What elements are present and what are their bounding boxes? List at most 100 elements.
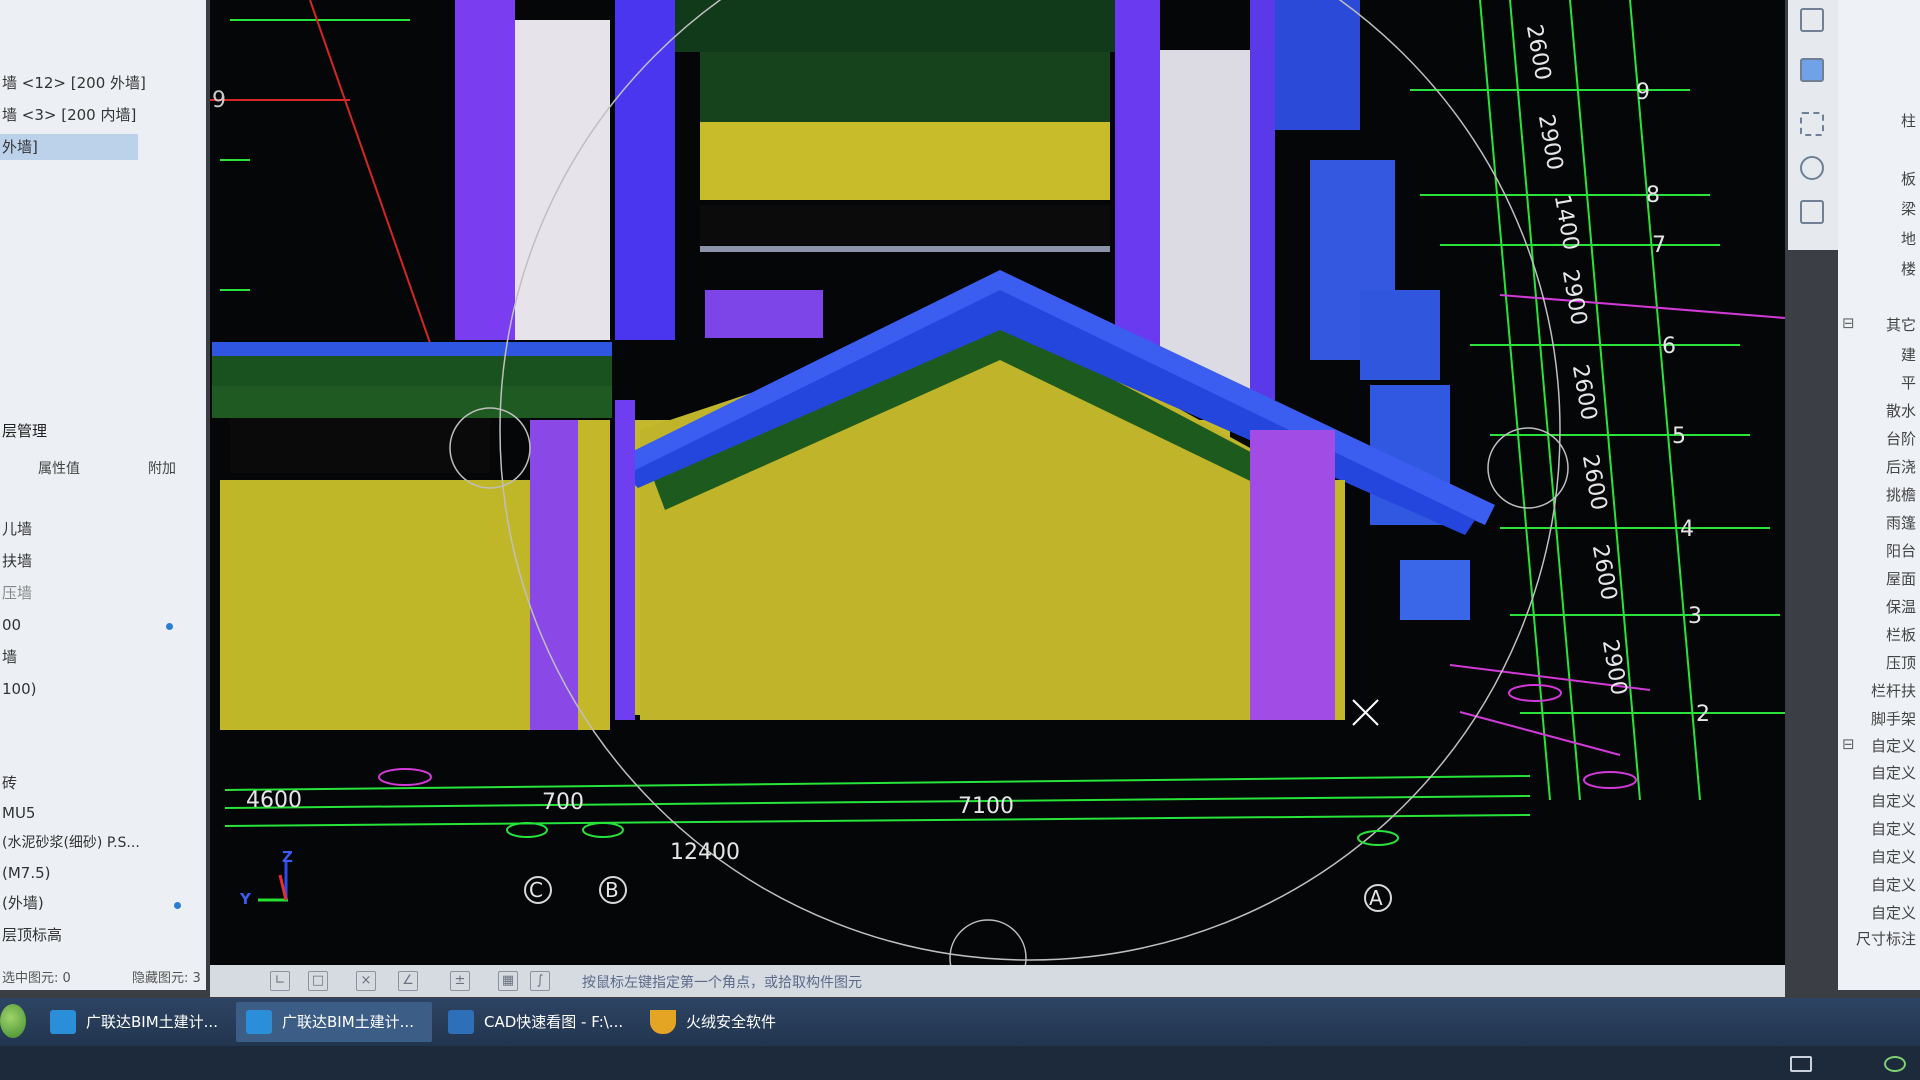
grid-col-label-c: C: [529, 878, 543, 902]
curve-icon[interactable]: ∫: [530, 971, 550, 991]
tree-item[interactable]: 地: [1901, 228, 1916, 249]
collapse-toggle-icon[interactable]: ⊟: [1842, 735, 1855, 753]
attached-dot[interactable]: [174, 902, 181, 909]
property-row[interactable]: 墙: [0, 644, 202, 670]
tree-item[interactable]: 压顶: [1886, 652, 1916, 673]
tree-item[interactable]: 自定义: [1871, 735, 1916, 756]
tree-item[interactable]: 平: [1901, 372, 1916, 393]
taskbar-app-label: 广联达BIM土建计...: [282, 1013, 414, 1031]
tree-item[interactable]: 栏杆扶: [1871, 680, 1916, 701]
grid-row-label: 5: [1672, 424, 1686, 449]
tree-item[interactable]: 散水: [1886, 400, 1916, 421]
column-header-extra: 附加: [148, 461, 176, 477]
column-header-value: 属性值: [38, 461, 80, 477]
dimension-text: 7100: [958, 794, 1014, 819]
tree-item[interactable]: 自定义: [1871, 846, 1916, 867]
tree-item[interactable]: 保温: [1886, 596, 1916, 617]
angle-icon[interactable]: ∠: [398, 971, 418, 991]
taskbar-app-glodon-1[interactable]: 广联达BIM土建计...: [40, 1002, 230, 1042]
grid-row-label: 8: [1646, 183, 1660, 208]
cross-snap-icon[interactable]: ×: [356, 971, 376, 991]
property-row[interactable]: (外墙): [0, 890, 202, 916]
snap-box-icon[interactable]: □: [308, 971, 328, 991]
property-row[interactable]: (水泥砂浆(细砂) P.S...: [0, 830, 202, 856]
collapse-toggle-icon[interactable]: ⊟: [1842, 314, 1855, 332]
tree-item[interactable]: 柱: [1901, 110, 1916, 131]
wall-list-item[interactable]: 墙 <12> [200 外墙]: [0, 70, 202, 96]
tree-item[interactable]: 屋面: [1886, 568, 1916, 589]
tree-item[interactable]: 自定义: [1871, 874, 1916, 895]
ortho-icon[interactable]: ∟: [270, 971, 290, 991]
wall-list-item-selected[interactable]: 外墙]: [0, 134, 138, 160]
tree-item[interactable]: 雨篷: [1886, 512, 1916, 533]
selected-count: 选中图元: 0: [2, 971, 71, 986]
grid-row-label: 4: [1680, 517, 1694, 542]
tree-item[interactable]: 建: [1901, 344, 1916, 365]
shield-icon: [650, 1010, 676, 1034]
tree-item[interactable]: 栏板: [1886, 624, 1916, 645]
property-row[interactable]: 层顶标高: [0, 922, 202, 948]
grid-snap-icon[interactable]: ▦: [498, 971, 518, 991]
start-orb-icon[interactable]: [0, 1004, 26, 1038]
grid-col-label-b: B: [605, 878, 619, 902]
property-row[interactable]: 压墙: [0, 580, 202, 606]
cursor-cross: [1352, 699, 1379, 726]
tree-item[interactable]: 梁: [1901, 198, 1916, 219]
command-status-bar: ∟ □ × ∠ ± ▦ ∫ 按鼠标左键指定第一个角点，或拾取构件图元: [210, 965, 1785, 997]
taskbar-app-label: 火绒安全软件: [686, 1013, 777, 1031]
axis-y-label: Y: [240, 890, 251, 908]
layer-manager-title: 层管理: [2, 422, 48, 440]
property-row[interactable]: 扶墙: [0, 548, 202, 574]
tree-item[interactable]: 板: [1901, 168, 1916, 189]
tree-item[interactable]: 楼: [1901, 258, 1916, 279]
orbit-icon[interactable]: [1800, 156, 1824, 180]
tree-item[interactable]: 自定义: [1871, 818, 1916, 839]
tree-item[interactable]: 自定义: [1871, 762, 1916, 783]
taskbar-app-label: 广联达BIM土建计...: [86, 1013, 218, 1031]
attached-dot[interactable]: [166, 623, 173, 630]
layers-icon[interactable]: [1800, 200, 1824, 224]
glodon-app-icon: [50, 1010, 76, 1034]
left-grid-label: 9: [212, 88, 226, 113]
grid-row-label: 3: [1688, 604, 1702, 629]
dimension-text: 12400: [670, 840, 740, 865]
zoom-extent-icon[interactable]: [1800, 112, 1824, 136]
tree-item[interactable]: 脚手架: [1871, 708, 1916, 729]
property-row[interactable]: MU5: [0, 800, 202, 826]
3d-box-icon[interactable]: [1800, 58, 1824, 82]
component-tree-panel: 柱 板 梁 地 楼 ⊟ 其它 建 平 散水 台阶 后浇 挑檐 雨篷 阳台 屋面 …: [1838, 0, 1920, 990]
tree-item[interactable]: 自定义: [1871, 790, 1916, 811]
taskbar-app-glodon-2[interactable]: 广联达BIM土建计...: [236, 1002, 432, 1042]
offset-icon[interactable]: ±: [450, 971, 470, 991]
property-row[interactable]: 100): [0, 676, 202, 702]
dimension-text: 4600: [246, 788, 302, 813]
tree-item[interactable]: 其它: [1886, 314, 1916, 335]
tree-item[interactable]: 后浇: [1886, 456, 1916, 477]
network-icon[interactable]: [1790, 1056, 1812, 1072]
tree-item[interactable]: 挑檐: [1886, 484, 1916, 505]
tree-item[interactable]: 尺寸标注: [1856, 928, 1916, 949]
property-row[interactable]: 砖: [0, 770, 202, 796]
taskbar-app-label: CAD快速看图 - F:\...: [484, 1013, 624, 1031]
app-window: 墙 <12> [200 外墙] 墙 <3> [200 内墙] 外墙] 层管理 属…: [0, 0, 1920, 1080]
grid-col-label-a: A: [1369, 886, 1383, 910]
taskbar: 广联达BIM土建计... 广联达BIM土建计... CAD快速看图 - F:\.…: [0, 998, 1920, 1080]
dimension-text: 700: [542, 790, 584, 815]
property-row[interactable]: 儿墙: [0, 516, 202, 542]
left-panel: 墙 <12> [200 外墙] 墙 <3> [200 内墙] 外墙] 层管理 属…: [0, 0, 206, 990]
tree-item[interactable]: 阳台: [1886, 540, 1916, 561]
3d-viewport[interactable]: 9 9 8 7 6 5 4 3 2 C B A 2600 2900 1400 2…: [210, 0, 1785, 995]
tree-item[interactable]: 台阶: [1886, 428, 1916, 449]
taskbar-app-cad-viewer[interactable]: CAD快速看图 - F:\...: [438, 1002, 634, 1042]
grid-row-label: 6: [1662, 334, 1676, 359]
hidden-count: 隐藏图元: 3: [132, 971, 201, 986]
tree-item[interactable]: 自定义: [1871, 902, 1916, 923]
wechat-icon[interactable]: [1884, 1056, 1906, 1072]
glodon-app-icon: [246, 1010, 272, 1034]
taskbar-app-huorong[interactable]: 火绒安全软件: [640, 1002, 836, 1042]
property-row[interactable]: (M7.5): [0, 860, 202, 886]
command-prompt-text: 按鼠标左键指定第一个角点，或拾取构件图元: [582, 975, 862, 991]
view-toolbar: [1788, 0, 1838, 250]
wall-list-item[interactable]: 墙 <3> [200 内墙]: [0, 102, 202, 128]
cube-view-icon[interactable]: [1800, 8, 1824, 32]
